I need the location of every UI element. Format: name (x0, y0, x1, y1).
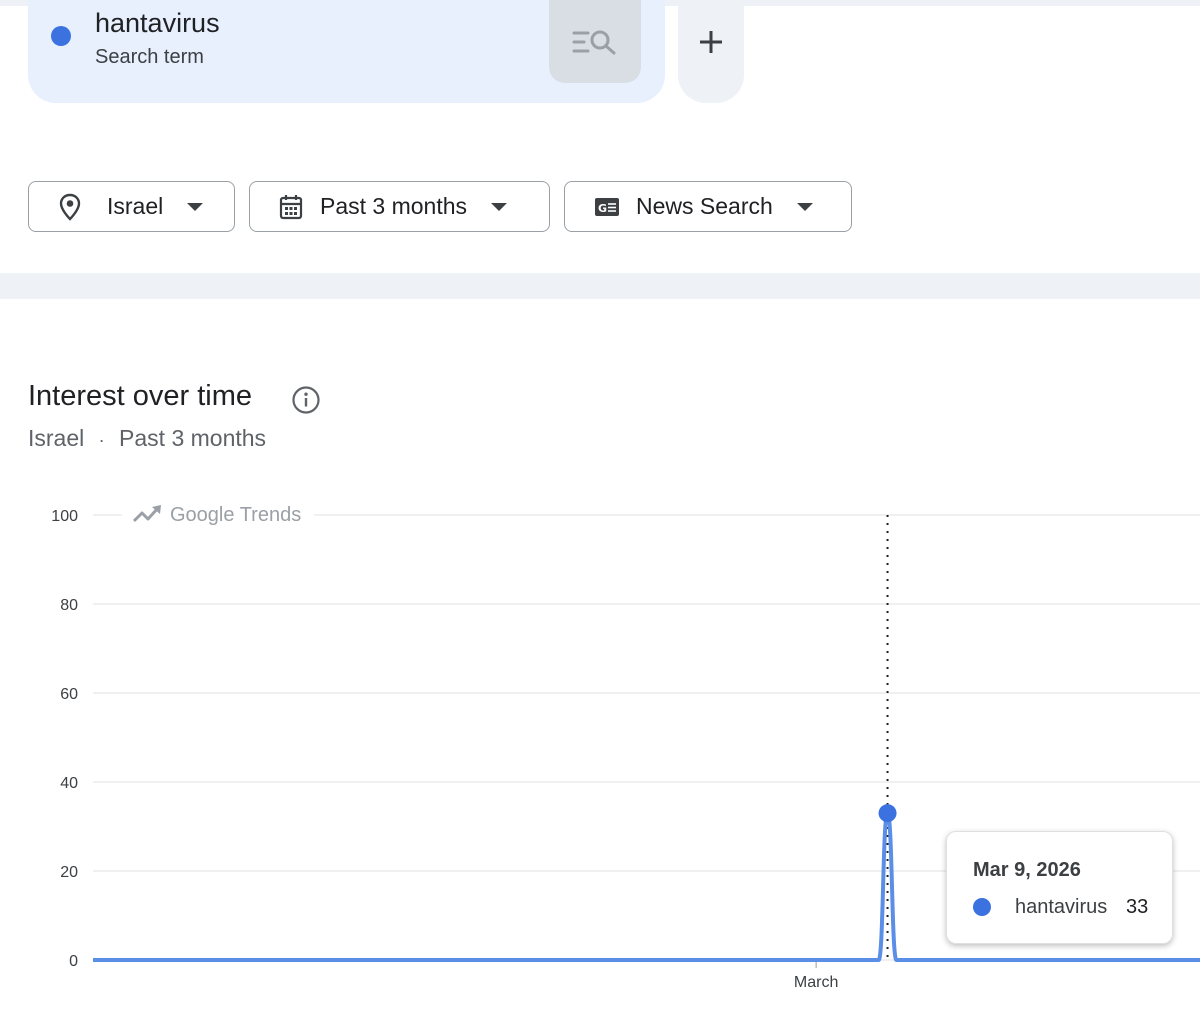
add-comparison-button[interactable] (678, 0, 744, 103)
chevron-down-icon (796, 202, 813, 211)
news-icon: G (594, 197, 620, 217)
section-divider (0, 273, 1200, 299)
search-property-filter-label: News Search (636, 193, 773, 219)
y-tick-label: 40 (60, 775, 78, 792)
data-tooltip: Mar 9, 2026 hantavirus 33 (946, 831, 1173, 944)
search-term-type: Search term (95, 46, 204, 68)
tooltip-series-name: hantavirus (1015, 896, 1108, 918)
location-filter[interactable]: Israel (28, 181, 235, 232)
search-list-icon (572, 30, 616, 54)
tooltip-value: 33 (1126, 896, 1149, 918)
y-tick-label: 80 (60, 597, 78, 614)
y-tick-label: 100 (51, 508, 78, 525)
svg-text:G: G (598, 202, 607, 215)
tooltip-date: Mar 9, 2026 (973, 859, 1081, 881)
time-range-filter[interactable]: Past 3 months (249, 181, 550, 232)
google-trends-watermark: Google Trends (122, 500, 314, 530)
tooltip-series-dot (973, 898, 991, 916)
chevron-down-icon (187, 202, 204, 211)
location-filter-label: Israel (107, 193, 164, 219)
y-tick-label: 20 (60, 864, 78, 881)
chevron-down-icon (491, 202, 508, 211)
subtitle-location: Israel (28, 425, 85, 451)
x-tick-label: March (794, 974, 838, 991)
section-subtitle: Israel · Past 3 months (28, 425, 266, 452)
location-pin-icon (59, 193, 81, 221)
y-tick-label: 0 (69, 953, 78, 970)
data-point[interactable] (878, 804, 897, 823)
calendar-icon (279, 194, 303, 220)
plus-icon (700, 30, 722, 53)
subtitle-separator: · (98, 430, 105, 450)
watermark-label: Google Trends (170, 504, 301, 526)
subtitle-time-range: Past 3 months (119, 425, 267, 451)
y-tick-label: 60 (60, 686, 78, 703)
search-term-card[interactable]: hantavirus Search term (28, 0, 665, 103)
info-icon[interactable] (291, 385, 321, 420)
search-term-name: hantavirus (95, 8, 220, 38)
search-term-options-button[interactable] (549, 0, 641, 83)
section-title: Interest over time (28, 380, 253, 412)
time-range-filter-label: Past 3 months (320, 193, 468, 219)
x-axis-ticks: March (794, 960, 838, 991)
search-property-filter[interactable]: G News Search (564, 181, 852, 232)
term-color-dot (51, 26, 71, 46)
y-axis-ticks: 0 20 40 60 80 100 (51, 508, 78, 970)
